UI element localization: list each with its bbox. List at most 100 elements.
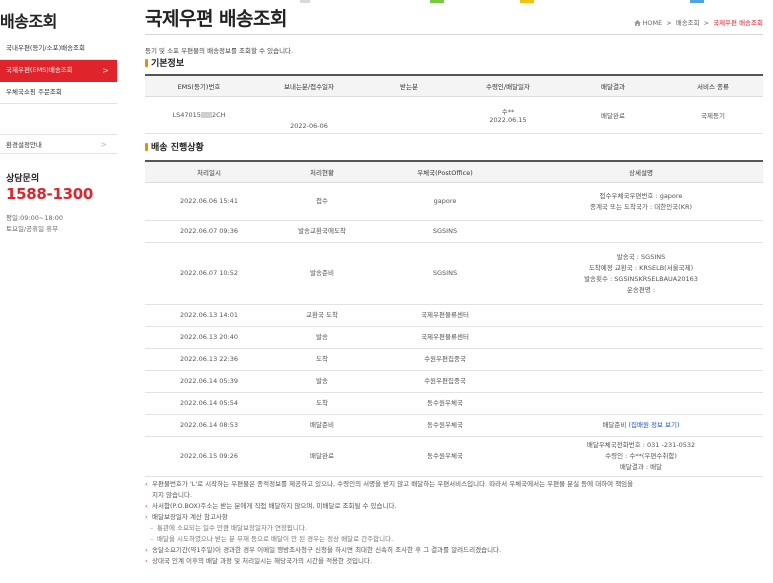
cell-datetime: 2022.06.13 20:40 bbox=[145, 326, 273, 349]
bullet-icon: › bbox=[145, 502, 148, 510]
cell-office: 동수원우체국 bbox=[371, 392, 519, 415]
cell-detail bbox=[519, 326, 763, 349]
cell-status: 발송교환국에도착 bbox=[273, 220, 371, 243]
cell-datetime: 2022.06.13 22:36 bbox=[145, 348, 273, 371]
breadcrumb: HOME > 배송조회 > 국제우편 배송조회 bbox=[633, 17, 763, 27]
cutoff-block bbox=[430, 0, 444, 3]
bullet-icon: › bbox=[145, 546, 148, 554]
table-row: 2022.06.15 09:26 배달완료 동수원우체국 배달우체국전화번호 :… bbox=[145, 436, 763, 477]
table-header-row: EMS(등기)번호 보내는분/접수일자 받는분 수령인/배달일자 배달결과 서비… bbox=[145, 75, 763, 97]
cell-detail bbox=[519, 348, 763, 371]
section-heading-text: 기본정보 bbox=[151, 59, 185, 69]
cell-office: 수원우편집중국 bbox=[371, 370, 519, 393]
cell-status: 발송 bbox=[273, 370, 371, 393]
cell-office: SGSINS bbox=[371, 220, 519, 243]
detail-line: 배달결과 : 배달 bbox=[619, 463, 663, 471]
business-hours: 평일:09:00~18:00 토요일/공휴일 휴무 bbox=[6, 213, 63, 235]
table-row: 2022.06.07 09:36 발송교환국에도착 SGSINS bbox=[145, 220, 763, 243]
cell-detail: 배달우체국전화번호 : 031 -231-0532 수령인 : 수**(우편수취… bbox=[519, 436, 763, 477]
note-text: 송달소요기간(약1주일)이 경과한 경우 이메일 행방조사청구 신청을 하시면 … bbox=[152, 546, 502, 554]
bullet-icon: › bbox=[145, 480, 148, 488]
ems-number-suffix: 2CH bbox=[211, 111, 226, 119]
receiver bbox=[365, 96, 453, 134]
carrier-info-link[interactable]: (집배원 정보 보기) bbox=[628, 421, 679, 429]
detail-line: 배달준비 bbox=[602, 421, 629, 429]
table-row: 2022.06.13 22:36 도착 수원우편집중국 bbox=[145, 348, 763, 371]
sidebar-item-shopping[interactable]: 우체국쇼핑 주문조회 bbox=[0, 82, 117, 104]
table-row: 2022.06.07 10:52 발송준비 SGSINS 발송국 : SGSIN… bbox=[145, 242, 763, 305]
cell-office: 동수원우체국 bbox=[371, 414, 519, 437]
cutoff-block bbox=[300, 0, 310, 3]
redacted-block bbox=[200, 112, 212, 118]
progress-heading: 배송 진행상황 bbox=[145, 140, 204, 153]
note-subitem: – 통관에 소요되는 일수 만큼 배달보장일자가 연장됩니다. bbox=[145, 523, 765, 534]
detail-line: 발송횟수 : SGSINSKRSELBAUA20163 bbox=[584, 274, 698, 283]
cell-status: 도착 bbox=[273, 392, 371, 415]
cell-datetime: 2022.06.14 05:39 bbox=[145, 370, 273, 393]
sidebar-item-settings-guide[interactable]: 환경설정안내 > bbox=[0, 134, 117, 154]
note-text: 배달보장일자 계산 참고사항 bbox=[152, 513, 228, 521]
section-marker-icon bbox=[145, 143, 148, 151]
cell-datetime: 2022.06.07 09:36 bbox=[145, 220, 273, 243]
table-row: 2022.06.14 08:53 배달준비 동수원우체국 배달준비 (집배원 정… bbox=[145, 414, 763, 437]
breadcrumb-home[interactable]: HOME bbox=[643, 19, 663, 27]
home-icon bbox=[633, 20, 641, 26]
column-header: 상세설명 bbox=[519, 161, 763, 183]
sidebar-item-domestic[interactable]: 국내우편(등기/소포)배송조회 bbox=[0, 38, 117, 60]
table-row: 2022.06.14 05:54 도착 동수원우체국 bbox=[145, 392, 763, 415]
consult-label: 상담문의 bbox=[6, 174, 40, 184]
sidebar-item-international[interactable]: 국제우편(EMS)배송조회 > bbox=[0, 60, 117, 82]
cell-detail: 접수우체국우편번호 : gapore 종계국 또는 도착국가 : 대한민국(KR… bbox=[519, 182, 763, 221]
note-text: 우편물번호가 'L'로 시작하는 우편물은 종적정보를 제공하고 있으나, 수령… bbox=[152, 480, 634, 488]
breadcrumb-current: 국제우편 배송조회 bbox=[713, 19, 763, 27]
note-text: 지지 않습니다. bbox=[152, 491, 193, 499]
cutoff-block bbox=[520, 0, 534, 3]
cell-status: 도착 bbox=[273, 348, 371, 371]
detail-line: 배달우체국전화번호 : 031 -231-0532 bbox=[586, 441, 696, 449]
note-item: › 배달보장일자 계산 참고사항 bbox=[145, 512, 765, 523]
column-header: 우체국(PostOffice) bbox=[371, 161, 519, 183]
cell-office: gapore bbox=[371, 182, 519, 221]
section-heading-text: 배송 진행상황 bbox=[151, 143, 204, 153]
hours-weekday: 평일:09:00~18:00 bbox=[6, 214, 64, 222]
notes-list: › 우편물번호가 'L'로 시작하는 우편물은 종적정보를 제공하고 있으나, 수… bbox=[145, 479, 765, 567]
chevron-right-icon: > bbox=[100, 140, 107, 149]
cell-detail bbox=[519, 220, 763, 243]
cell-status: 발송준비 bbox=[273, 242, 371, 305]
cell-status: 배달준비 bbox=[273, 414, 371, 437]
note-text: 사서함(P.O.BOX)주소는 받는 분에게 직접 배달하지 않으며, 미배달로… bbox=[152, 502, 397, 510]
cell-datetime: 2022.06.06 15:41 bbox=[145, 182, 273, 221]
sidebar-item-label: 우체국쇼핑 주문조회 bbox=[6, 88, 62, 96]
cell-office: 국제우편물류센터 bbox=[371, 326, 519, 349]
cell-detail: 배달준비 (집배원 정보 보기) bbox=[519, 414, 763, 437]
cell-status: 접수 bbox=[273, 182, 371, 221]
note-subitem: – 배달을 시도하였으나 받는 분 부재 등으로 배달이 안 된 경우는 정상 배… bbox=[145, 534, 765, 545]
cell-datetime: 2022.06.13 14:01 bbox=[145, 304, 273, 327]
cell-detail bbox=[519, 370, 763, 393]
column-header: 배달결과 bbox=[563, 75, 663, 97]
cell-detail: 발송국 : SGSINS 도착예정 교환국 : KRSELB(서울국제) 발송횟… bbox=[519, 242, 763, 305]
sidebar-item-label: 환경설정안내 bbox=[6, 141, 42, 149]
table-row: 2022.06.06 15:41 접수 gapore 접수우체국우편번호 : g… bbox=[145, 182, 763, 221]
bullet-icon: › bbox=[145, 557, 148, 565]
title-divider bbox=[145, 34, 763, 35]
sidebar-item-label: 국내우편(등기/소포)배송조회 bbox=[6, 44, 86, 52]
note-item: › 우편물번호가 'L'로 시작하는 우편물은 종적정보를 제공하고 있으나, 수… bbox=[145, 479, 765, 490]
breadcrumb-delivery[interactable]: 배송조회 bbox=[676, 19, 700, 27]
ems-number: LS47015 2CH bbox=[145, 96, 253, 134]
note-item: › 상대국 인계 이후의 배달 과정 및 처리일시는 해당국가의 시간을 적용한 … bbox=[145, 556, 765, 567]
recipient-delivery: 수** 2022.06.15 bbox=[453, 96, 563, 134]
consult-phone: 1588-1300 bbox=[6, 185, 94, 203]
top-cutoff-strip bbox=[0, 0, 773, 3]
column-header: 보내는분/접수일자 bbox=[253, 75, 365, 97]
intro-text: 등기 및 소포 우편물의 배송정보를 조회할 수 있습니다. bbox=[145, 47, 294, 55]
page-title: 국제우편 배송조회 bbox=[145, 8, 287, 30]
table-row: 2022.06.13 20:40 발송 국제우편물류센터 bbox=[145, 326, 763, 349]
cell-status: 교환국 도착 bbox=[273, 304, 371, 327]
column-header: 처리현황 bbox=[273, 161, 371, 183]
detail-line: 도착예정 교환국 : KRSELB(서울국제) bbox=[588, 263, 694, 272]
table-row: 2022.06.13 14:01 교환국 도착 국제우편물류센터 bbox=[145, 304, 763, 327]
basic-info-heading: 기본정보 bbox=[145, 56, 184, 69]
note-text: 배달을 시도하였으나 받는 분 부재 등으로 배달이 안 된 경우는 정상 배달… bbox=[157, 535, 394, 543]
ems-number-prefix: LS47015 bbox=[172, 111, 201, 119]
